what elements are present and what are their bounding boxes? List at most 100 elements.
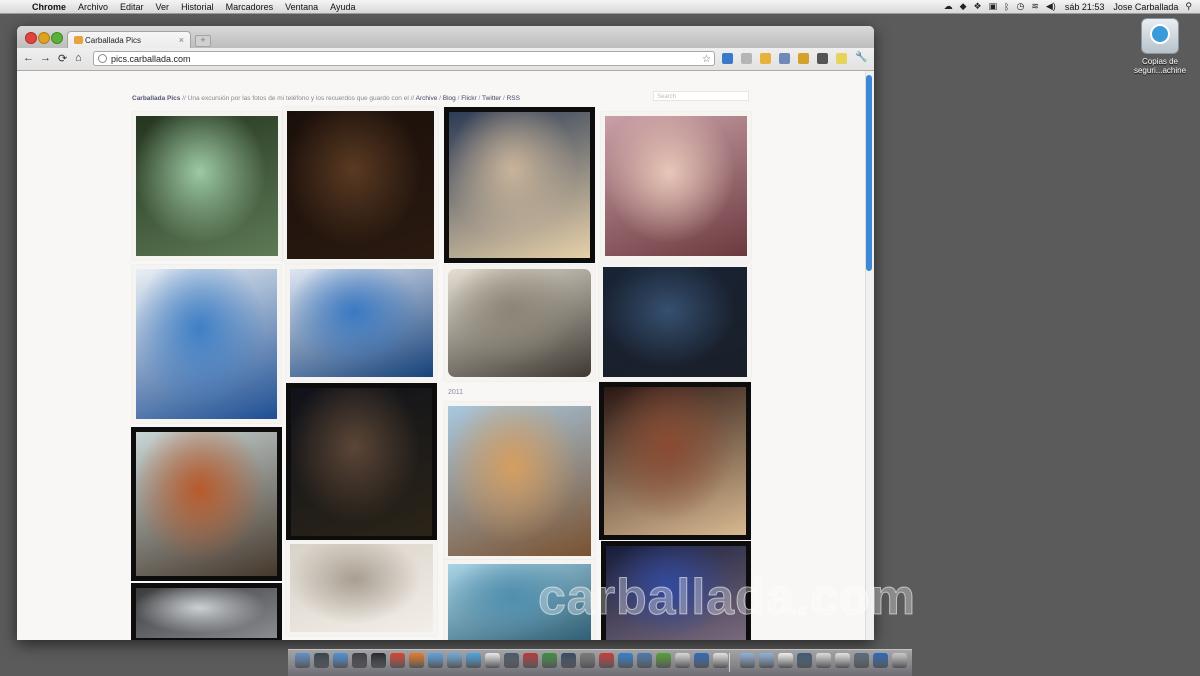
window-thumb-3-icon[interactable] (835, 653, 850, 668)
window-thumb-4-icon[interactable] (854, 653, 869, 668)
bookmark-star-icon[interactable]: ☆ (702, 52, 711, 67)
extension-1-icon[interactable] (722, 53, 733, 64)
menu-editar[interactable]: Editar (120, 2, 144, 12)
cloud-app-icon[interactable] (637, 653, 652, 668)
extension-7-icon[interactable] (836, 53, 847, 64)
photo-water-ball-1[interactable] (132, 265, 281, 423)
mail-icon[interactable] (352, 653, 367, 668)
close-window-icon[interactable] (25, 32, 37, 44)
tab-close-icon[interactable]: × (179, 35, 184, 45)
tool-icon[interactable] (523, 653, 538, 668)
photo-image (287, 111, 434, 259)
search-input[interactable]: Search (653, 91, 749, 101)
extension-4-icon[interactable] (779, 53, 790, 64)
photo-plane-wing[interactable] (599, 263, 751, 381)
cloud-icon[interactable]: ☁ (944, 1, 953, 12)
photo-street-people[interactable] (599, 382, 751, 540)
extension-6-icon[interactable] (817, 53, 828, 64)
spotlight-icon[interactable]: ⚲ (1185, 1, 1192, 12)
page-info-icon[interactable] (98, 54, 107, 63)
reload-icon[interactable]: ⟳ (58, 52, 67, 65)
window-thumb-2-icon[interactable] (816, 653, 831, 668)
link-blog[interactable]: Blog (443, 95, 456, 102)
address-url[interactable]: pics.carballada.com (111, 52, 191, 67)
forward-icon[interactable]: → (40, 52, 51, 64)
web-page: Carballada Pics // Una excursión por las… (17, 71, 865, 640)
photo-hotel-room[interactable] (286, 540, 437, 636)
site-name-link[interactable]: Carballada Pics (132, 95, 180, 102)
itunes-icon[interactable] (428, 653, 443, 668)
photos-icon[interactable] (504, 653, 519, 668)
photo-white-house[interactable] (131, 583, 282, 640)
photo-building-sky[interactable] (444, 402, 595, 560)
desktop-icon-label: Copias de seguri...achine (1133, 57, 1187, 75)
app-store-icon[interactable] (561, 653, 576, 668)
photo-two-kids[interactable] (444, 107, 595, 263)
menu-marcadores[interactable]: Marcadores (226, 2, 274, 12)
dropbox-icon[interactable]: ❖ (973, 1, 981, 12)
lock-icon[interactable]: ▣ (989, 1, 998, 12)
calendar-icon[interactable] (485, 653, 500, 668)
notes-icon[interactable] (713, 653, 728, 668)
skype-icon[interactable] (618, 653, 633, 668)
back-icon[interactable]: ← (23, 52, 34, 64)
chrome-icon[interactable] (390, 653, 405, 668)
finder-icon[interactable] (295, 653, 310, 668)
folder-docs-icon[interactable] (740, 653, 755, 668)
menu-historial[interactable]: Historial (181, 2, 214, 12)
trash-icon[interactable] (892, 653, 907, 668)
settings-icon[interactable] (580, 653, 595, 668)
menu-ventana[interactable]: Ventana (285, 2, 318, 12)
home-icon[interactable]: ⌂ (75, 52, 82, 64)
link-flickr[interactable]: Flickr (461, 95, 477, 102)
link-twitter[interactable]: Twitter (482, 95, 501, 102)
new-tab-button[interactable]: + (195, 35, 211, 47)
link-rss[interactable]: RSS (507, 95, 520, 102)
extension-2-icon[interactable] (741, 53, 752, 64)
menu-app-name[interactable]: Chrome (32, 2, 66, 12)
photo-water-ball-2[interactable] (286, 265, 437, 381)
scrollbar-thumb[interactable] (866, 75, 872, 271)
textedit-icon[interactable] (675, 653, 690, 668)
photo-image (136, 588, 277, 638)
evernote-icon[interactable]: ◆ (960, 1, 967, 12)
window-thumb-1-icon[interactable] (797, 653, 812, 668)
photo-ghent-canal[interactable] (444, 265, 595, 381)
terminal-icon[interactable] (694, 653, 709, 668)
wifi-icon[interactable]: ≋ (1031, 1, 1039, 12)
document-icon[interactable] (778, 653, 793, 668)
dashboard-icon[interactable] (371, 653, 386, 668)
preview-icon[interactable] (599, 653, 614, 668)
tab-carballada-pics[interactable]: Carballada Pics × (67, 31, 191, 48)
volume-icon[interactable]: ◀) (1046, 1, 1056, 12)
photo-castle-tower[interactable] (286, 383, 437, 541)
lightroom-icon[interactable] (314, 653, 329, 668)
link-archive[interactable]: Archive (416, 95, 438, 102)
evernote-app-icon[interactable] (656, 653, 671, 668)
menu-clock[interactable]: sáb 21:53 (1065, 2, 1105, 12)
time-machine-icon[interactable]: ◷ (1016, 1, 1024, 12)
globe-icon[interactable] (447, 653, 462, 668)
menu-ayuda[interactable]: Ayuda (330, 2, 355, 12)
photo-autumn-tree[interactable] (131, 427, 282, 581)
extension-5-icon[interactable] (798, 53, 809, 64)
firefox-icon[interactable] (409, 653, 424, 668)
photo-boy-night[interactable] (283, 107, 438, 263)
address-bar[interactable]: pics.carballada.com ☆ (93, 51, 715, 66)
extension-3-icon[interactable] (760, 53, 771, 64)
wrench-menu-icon[interactable]: 🔧 (855, 52, 867, 63)
menu-archivo[interactable]: Archivo (78, 2, 108, 12)
messages-icon[interactable] (466, 653, 481, 668)
tweetdeck-icon[interactable] (542, 653, 557, 668)
desktop-icon-time-machine[interactable]: Copias de seguri...achine (1130, 18, 1190, 75)
safari-icon[interactable] (333, 653, 348, 668)
folder-downloads-icon[interactable] (759, 653, 774, 668)
bluetooth-icon[interactable]: ᛒ (1004, 2, 1009, 12)
menu-user[interactable]: Jose Carballada (1113, 2, 1178, 12)
photo-window-view[interactable] (132, 112, 282, 260)
zoom-window-icon[interactable] (51, 32, 63, 44)
menu-ver[interactable]: Ver (156, 2, 170, 12)
window-thumb-5-icon[interactable] (873, 653, 888, 668)
minimize-window-icon[interactable] (38, 32, 50, 44)
photo-carousel-ride[interactable] (601, 112, 751, 260)
